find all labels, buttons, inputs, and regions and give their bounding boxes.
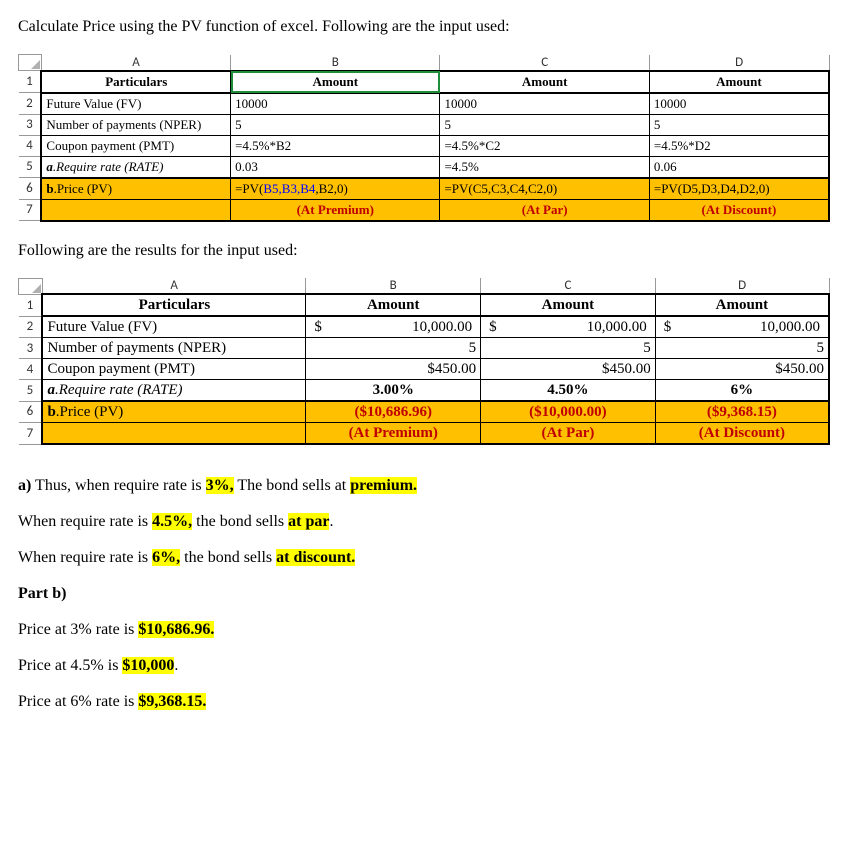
- col-A: A: [41, 55, 230, 71]
- corner-cell: [19, 55, 42, 71]
- t2-note-b: (At Premium): [306, 423, 481, 445]
- t2-pmt-c: $450.00: [481, 359, 656, 380]
- row2-6: 6: [19, 401, 43, 423]
- t1-price-d: =PV(D5,D3,D4,D2,0): [649, 178, 829, 200]
- price-45: Price at 4.5% is $10,000.: [18, 657, 842, 675]
- col-D: D: [649, 55, 829, 71]
- row2-1: 1: [19, 294, 43, 316]
- t1-fv-c: 10000: [440, 93, 649, 115]
- t1-rate-b: 0.03: [231, 156, 440, 178]
- t1-pmt-d: =4.5%*D2: [649, 135, 829, 156]
- t2-nper-d: 5: [655, 338, 829, 359]
- t1-fv-d: 10000: [649, 93, 829, 115]
- t2-fv-d: $10,000.00: [655, 316, 829, 338]
- t2-price-b: ($10,686.96): [306, 401, 481, 423]
- hdr-amount-c: Amount: [440, 71, 649, 93]
- row2-4: 4: [19, 359, 43, 380]
- t1-price-c: =PV(C5,C3,C4,C2,0): [440, 178, 649, 200]
- t1-note-b: (At Premium): [231, 199, 440, 221]
- t2-rate-label: a.Require rate (RATE): [42, 380, 305, 402]
- t2-fv-label: Future Value (FV): [42, 316, 305, 338]
- row-7: 7: [19, 199, 42, 221]
- t2-nper-label: Number of payments (NPER): [42, 338, 305, 359]
- t1-rate-d: 0.06: [649, 156, 829, 178]
- t2-note-d: (At Discount): [655, 423, 829, 445]
- t2-nper-c: 5: [481, 338, 656, 359]
- t2-fv-b: $10,000.00: [306, 316, 481, 338]
- t2-hdr-d: Amount: [655, 294, 829, 316]
- conclusion-c: When require rate is 6%, the bond sells …: [18, 549, 842, 567]
- t1-nper-c: 5: [440, 114, 649, 135]
- formula-table: A B C D 1 Particulars Amount Amount Amou…: [18, 54, 830, 222]
- t1-rate-c: =4.5%: [440, 156, 649, 178]
- t2-hdr-a: Particulars: [42, 294, 305, 316]
- t2-rate-c: 4.50%: [481, 380, 656, 402]
- t2-note-c: (At Par): [481, 423, 656, 445]
- results-table: A B C D 1 Particulars Amount Amount Amou…: [18, 278, 830, 446]
- col-B: B: [231, 55, 440, 71]
- t2-blank: [42, 423, 305, 445]
- t1-price-b: =PV(B5,B3,B4,B2,0): [231, 178, 440, 200]
- t1-rate-label: a.Require rate (RATE): [41, 156, 230, 178]
- t1-fv-label: Future Value (FV): [41, 93, 230, 115]
- intro-text: Calculate Price using the PV function of…: [18, 18, 842, 36]
- hdr-amount-d: Amount: [649, 71, 829, 93]
- corner-cell-2: [19, 278, 43, 294]
- t2-fv-c: $10,000.00: [481, 316, 656, 338]
- t2-pmt-label: Coupon payment (PMT): [42, 359, 305, 380]
- conclusion-a: a) Thus, when require rate is 3%, The bo…: [18, 477, 842, 495]
- t2-rate-d: 6%: [655, 380, 829, 402]
- t2-rate-b: 3.00%: [306, 380, 481, 402]
- t1-nper-d: 5: [649, 114, 829, 135]
- col2-B: B: [306, 278, 481, 294]
- t1-blank: [41, 199, 230, 221]
- t2-pmt-d: $450.00: [655, 359, 829, 380]
- mid-text: Following are the results for the input …: [18, 242, 842, 260]
- row2-3: 3: [19, 338, 43, 359]
- t2-hdr-b: Amount: [306, 294, 481, 316]
- t1-nper-b: 5: [231, 114, 440, 135]
- part-b-heading: Part b): [18, 585, 842, 603]
- row-3: 3: [19, 114, 42, 135]
- col2-C: C: [481, 278, 656, 294]
- t1-note-c: (At Par): [440, 199, 649, 221]
- hdr-particulars: Particulars: [41, 71, 230, 93]
- t1-price-label: b.Price (PV): [41, 178, 230, 200]
- row-5: 5: [19, 156, 42, 178]
- t2-pmt-b: $450.00: [306, 359, 481, 380]
- col2-D: D: [655, 278, 829, 294]
- row-6: 6: [19, 178, 42, 200]
- conclusion-b: When require rate is 4.5%, the bond sell…: [18, 513, 842, 531]
- hdr-amount-b: Amount: [231, 71, 440, 93]
- row-1: 1: [19, 71, 42, 93]
- t2-price-label: b.Price (PV): [42, 401, 305, 423]
- price-3: Price at 3% rate is $10,686.96.: [18, 621, 842, 639]
- t1-pmt-label: Coupon payment (PMT): [41, 135, 230, 156]
- row2-2: 2: [19, 316, 43, 338]
- col2-A: A: [42, 278, 305, 294]
- t1-pmt-c: =4.5%*C2: [440, 135, 649, 156]
- t1-nper-label: Number of payments (NPER): [41, 114, 230, 135]
- t1-fv-b: 10000: [231, 93, 440, 115]
- t2-nper-b: 5: [306, 338, 481, 359]
- row2-7: 7: [19, 423, 43, 445]
- row2-5: 5: [19, 380, 43, 402]
- t1-pmt-b: =4.5%*B2: [231, 135, 440, 156]
- t1-note-d: (At Discount): [649, 199, 829, 221]
- t2-hdr-c: Amount: [481, 294, 656, 316]
- price-6: Price at 6% rate is $9,368.15.: [18, 693, 842, 711]
- row-4: 4: [19, 135, 42, 156]
- t2-price-d: ($9,368.15): [655, 401, 829, 423]
- t2-price-c: ($10,000.00): [481, 401, 656, 423]
- row-2: 2: [19, 93, 42, 115]
- col-C: C: [440, 55, 649, 71]
